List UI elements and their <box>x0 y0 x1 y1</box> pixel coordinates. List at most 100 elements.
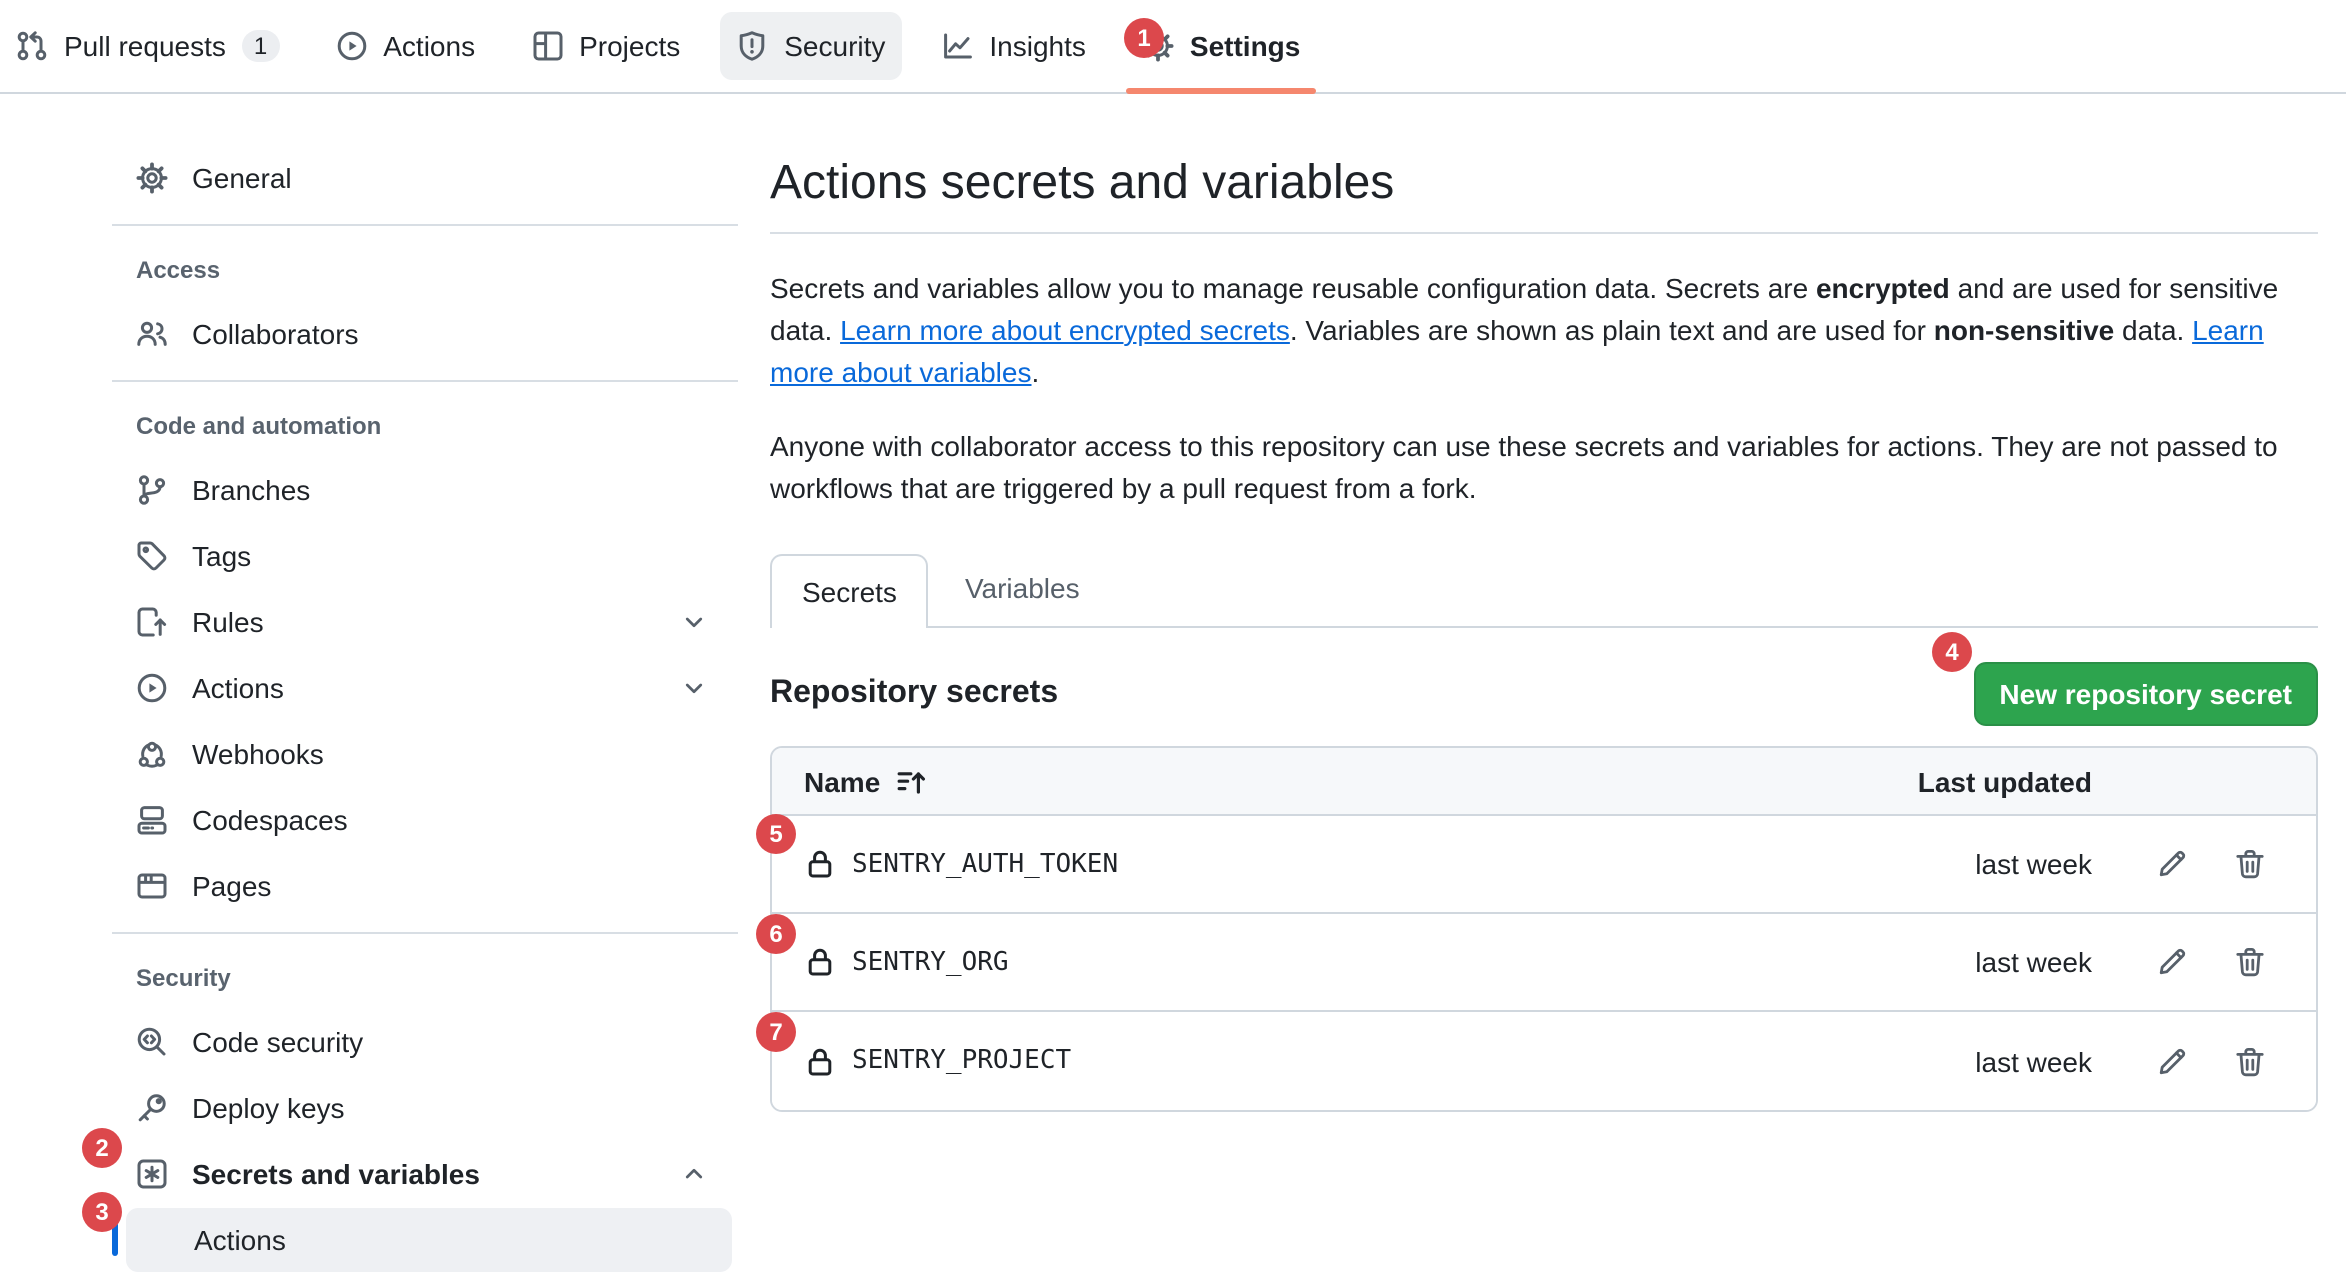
secret-name-cell: SENTRY_AUTH_TOKEN <box>772 848 1852 880</box>
lock-icon <box>804 1045 836 1077</box>
annotation-badge-2: 2 <box>82 1128 122 1168</box>
secret-last-updated: last week <box>1852 1045 2092 1077</box>
codespaces-icon <box>136 803 168 835</box>
name-header-label: Name <box>804 765 880 797</box>
delete-secret-button[interactable] <box>2234 848 2266 880</box>
intro-bold-non-sensitive: non-sensitive <box>1934 314 2115 346</box>
annotation-badge-4: 4 <box>1932 632 1972 672</box>
intro-text: Secrets and variables allow you to manag… <box>770 268 2318 510</box>
sidebar-item-actions[interactable]: Actions <box>112 656 738 718</box>
sidebar-item-general[interactable]: General <box>112 146 738 208</box>
tab-secrets[interactable]: Secrets <box>770 554 929 628</box>
git-branch-icon <box>136 473 168 505</box>
sidebar-item-label: Tags <box>192 539 251 571</box>
sidebar-divider <box>112 932 738 934</box>
settings-sidebar: General Access Collaborators Code and au… <box>112 146 738 1272</box>
sidebar-item-code-security[interactable]: Code security <box>112 1010 738 1072</box>
sidebar-item-branches[interactable]: Branches <box>112 458 738 520</box>
people-icon <box>136 317 168 349</box>
chevron-up-icon <box>682 1161 706 1185</box>
chevron-down-icon <box>682 609 706 633</box>
secret-row-actions <box>2092 946 2316 978</box>
play-circle-icon <box>136 671 168 703</box>
sidebar-item-rules[interactable]: Rules <box>112 590 738 652</box>
sidebar-divider <box>112 380 738 382</box>
nav-tab-actions[interactable]: Actions <box>319 12 491 80</box>
secret-name: SENTRY_PROJECT <box>852 1046 1071 1076</box>
chevron-down-icon <box>682 675 706 699</box>
trash-icon <box>2234 946 2266 978</box>
secret-row: SENTRY_PROJECT last week <box>772 1012 2316 1110</box>
link-encrypted-secrets[interactable]: Learn more about encrypted secrets <box>840 314 1290 346</box>
tab-variables[interactable]: Variables <box>929 552 1116 626</box>
sidebar-section-security: Security <box>112 964 738 992</box>
sidebar-item-label: Secrets and variables <box>192 1157 480 1189</box>
github-settings-page: Pull requests 1 Actions Projects Securit… <box>0 0 2346 1278</box>
shield-exclamation-icon <box>736 30 768 62</box>
edit-secret-button[interactable] <box>2156 1045 2188 1077</box>
lock-icon <box>804 946 836 978</box>
main-content: Actions secrets and variables Secrets an… <box>770 0 2318 1112</box>
sidebar-item-label: General <box>192 161 292 193</box>
new-repository-secret-button[interactable]: New repository secret <box>1973 662 2318 726</box>
sidebar-item-label: Rules <box>192 605 264 637</box>
asterisk-box-icon <box>136 1157 168 1189</box>
annotation-badge-1: 1 <box>1124 18 1164 58</box>
sidebar-section-code-automation: Code and automation <box>112 412 738 440</box>
intro-text-segment: . Variables are shown as plain text and … <box>1290 314 1934 346</box>
rules-icon <box>136 605 168 637</box>
sidebar-item-pages[interactable]: Pages <box>112 854 738 916</box>
pull-requests-counter: 1 <box>242 30 279 62</box>
edit-secret-button[interactable] <box>2156 946 2188 978</box>
annotation-badge-5: 5 <box>756 814 796 854</box>
secret-name: SENTRY_ORG <box>852 947 1009 977</box>
secrets-table-header: Name Last updated <box>772 748 2316 816</box>
nav-tab-label: Actions <box>383 30 475 62</box>
sidebar-item-label: Actions <box>192 671 284 703</box>
page-title: Actions secrets and variables <box>770 154 2318 214</box>
pencil-icon <box>2156 946 2188 978</box>
sidebar-item-label: Pages <box>192 869 271 901</box>
nav-tab-pull-requests[interactable]: Pull requests 1 <box>0 12 295 80</box>
secret-row: SENTRY_ORG last week <box>772 914 2316 1012</box>
tab-label: Variables <box>965 572 1080 604</box>
sidebar-item-codespaces[interactable]: Codespaces <box>112 788 738 850</box>
sidebar-item-collaborators[interactable]: Collaborators <box>112 302 738 364</box>
edit-secret-button[interactable] <box>2156 848 2188 880</box>
annotation-badge-3: 3 <box>82 1192 122 1232</box>
last-updated-column-header: Last updated <box>1852 765 2092 797</box>
lock-icon <box>804 848 836 880</box>
name-column-header[interactable]: Name <box>772 765 1852 797</box>
pencil-icon <box>2156 848 2188 880</box>
sidebar-item-deploy-keys[interactable]: Deploy keys <box>112 1076 738 1138</box>
intro-bold-encrypted: encrypted <box>1816 272 1950 304</box>
intro-paragraph-1: Secrets and variables allow you to manag… <box>770 268 2280 394</box>
nav-tab-projects[interactable]: Projects <box>515 12 696 80</box>
intro-paragraph-2: Anyone with collaborator access to this … <box>770 426 2280 510</box>
code-scan-icon <box>136 1025 168 1057</box>
delete-secret-button[interactable] <box>2234 1045 2266 1077</box>
sidebar-subitem-actions-secrets[interactable]: Actions <box>126 1208 732 1272</box>
sort-ascending-icon <box>896 765 928 797</box>
sidebar-item-secrets-and-variables[interactable]: Secrets and variables <box>112 1142 738 1204</box>
git-pull-request-icon <box>16 30 48 62</box>
sidebar-item-webhooks[interactable]: Webhooks <box>112 722 738 784</box>
secret-name-cell: SENTRY_PROJECT <box>772 1045 1852 1077</box>
tab-label: Secrets <box>802 576 897 608</box>
sidebar-item-tags[interactable]: Tags <box>112 524 738 586</box>
title-divider <box>770 232 2318 234</box>
trash-icon <box>2234 1045 2266 1077</box>
sidebar-item-label: Branches <box>192 473 310 505</box>
sidebar-item-label: Collaborators <box>192 317 359 349</box>
secret-name-cell: SENTRY_ORG <box>772 946 1852 978</box>
annotation-badge-7: 7 <box>756 1012 796 1052</box>
play-circle-icon <box>335 30 367 62</box>
delete-secret-button[interactable] <box>2234 946 2266 978</box>
trash-icon <box>2234 848 2266 880</box>
sidebar-item-label: Codespaces <box>192 803 348 835</box>
sidebar-subitem-label: Actions <box>194 1224 286 1256</box>
secret-row-actions <box>2092 1045 2316 1077</box>
sidebar-item-label: Deploy keys <box>192 1091 345 1123</box>
sidebar-item-label: Webhooks <box>192 737 324 769</box>
secret-last-updated: last week <box>1852 848 2092 880</box>
